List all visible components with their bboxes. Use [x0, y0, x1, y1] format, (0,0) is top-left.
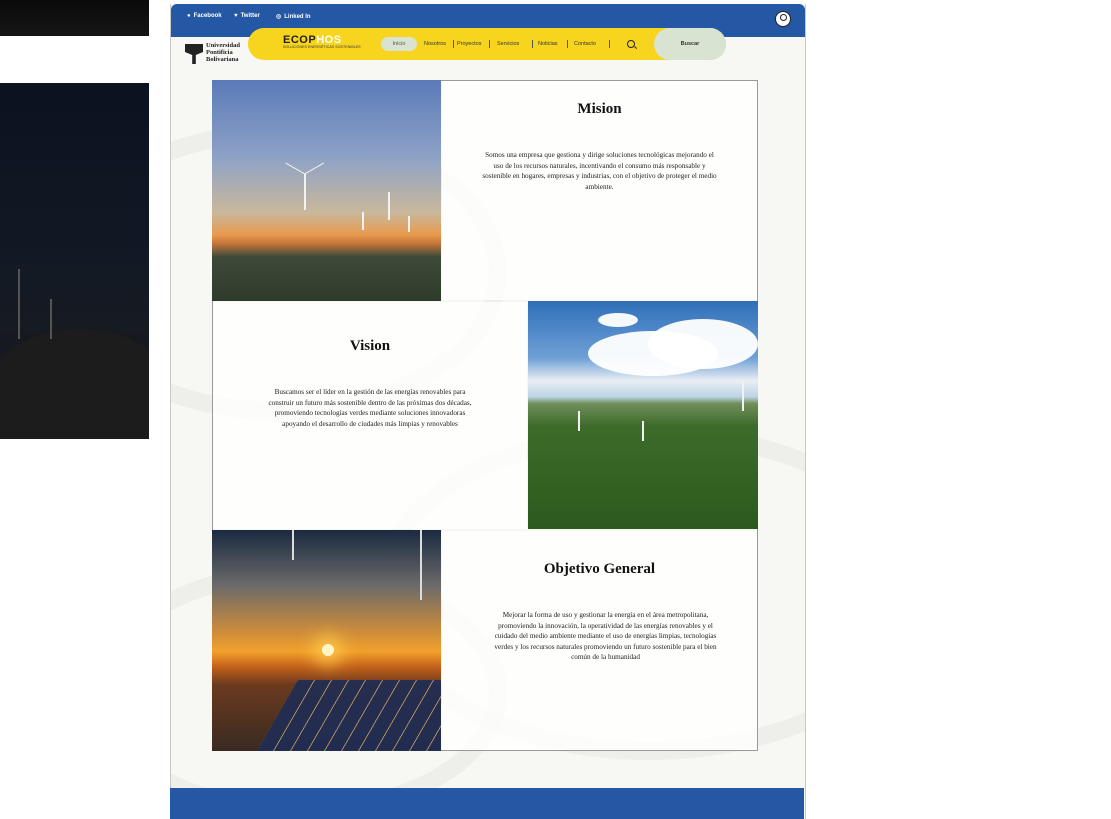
- windfarm-sunset-image: [212, 80, 441, 301]
- linkedin-link[interactable]: ◎ Linked In: [276, 13, 311, 21]
- nav-item-noticias[interactable]: Noticias: [538, 41, 558, 47]
- footer-bar: [170, 788, 804, 819]
- twitter-icon: ♥: [234, 13, 238, 19]
- objetivo-section: Objetivo General Mejorar la forma de uso…: [442, 531, 757, 750]
- nav-item-proyectos[interactable]: Proyectos: [457, 41, 481, 47]
- windfarm-hills-image: [528, 301, 758, 529]
- university-name: Universidad Pontificia Bolivariana: [206, 42, 240, 63]
- logo-line-1: Universidad: [206, 42, 240, 49]
- nav-separator: [453, 40, 454, 48]
- logo-line-2: Pontificia: [206, 49, 233, 56]
- facebook-label: Facebook: [193, 13, 222, 19]
- linkedin-label: Linked In: [284, 13, 311, 20]
- background-photo-windfarm: [0, 83, 149, 439]
- solar-sunset-image: [212, 530, 441, 751]
- objetivo-title: Objetivo General: [543, 561, 656, 577]
- facebook-icon: ●: [187, 13, 191, 19]
- twitter-link[interactable]: ♥ Twitter: [234, 13, 260, 19]
- user-account-icon[interactable]: [775, 11, 791, 27]
- vision-text: Buscamos ser el líder en la gestión de l…: [268, 388, 472, 428]
- nav-separator: [489, 40, 490, 48]
- brand-tagline: SOLUCIONES ENERGÉTICAS SOSTENIBLES: [283, 45, 361, 49]
- nav-item-contacto[interactable]: Contacto: [574, 41, 596, 47]
- background-turbine: [18, 269, 20, 339]
- background-hill: [0, 329, 149, 439]
- objetivo-text: Mejorar la forma de uso y gestionar la e…: [494, 611, 717, 661]
- nav-item-inicio[interactable]: Inicio: [381, 37, 417, 51]
- solar-panel-graphic: [246, 680, 441, 751]
- logo-line-3: Bolivariana: [206, 56, 239, 63]
- search-icon[interactable]: [627, 40, 635, 48]
- sun-graphic: [322, 644, 334, 656]
- nav-separator: [609, 40, 610, 48]
- facebook-link[interactable]: ● Facebook: [187, 13, 222, 19]
- main-navigation: ECOPHOS SOLUCIONES ENERGÉTICAS SOSTENIBL…: [248, 28, 726, 60]
- background-turbine: [50, 299, 52, 339]
- background-photo-top: [0, 0, 149, 36]
- vision-title: Vision: [349, 338, 391, 354]
- cloud-graphic: [648, 319, 758, 369]
- nav-item-servicios[interactable]: Servicios: [497, 41, 519, 47]
- search-button[interactable]: Buscar: [654, 28, 726, 60]
- cloud-graphic: [598, 313, 638, 327]
- twitter-label: Twitter: [240, 13, 260, 19]
- nav-item-nosotros[interactable]: Nosotros: [424, 41, 446, 47]
- university-crest-icon: [185, 44, 203, 64]
- nav-separator: [567, 40, 568, 48]
- nav-separator: [532, 40, 533, 48]
- linkedin-icon: ◎: [276, 14, 282, 20]
- mision-section: Mision Somos una empresa que gestiona y …: [442, 81, 757, 300]
- vision-section: Vision Buscamos ser el líder en la gesti…: [213, 302, 527, 529]
- mision-text: Somos una empresa que gestiona y dirige …: [482, 151, 717, 191]
- university-logo[interactable]: Universidad Pontificia Bolivariana: [185, 42, 247, 64]
- mision-title: Mision: [577, 101, 622, 117]
